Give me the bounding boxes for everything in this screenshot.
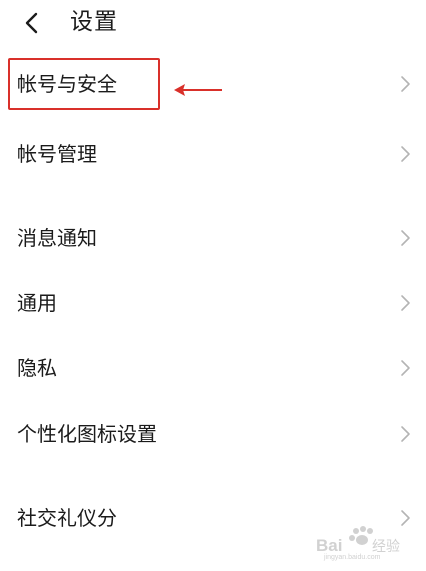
settings-item-account-management[interactable]: 帐号管理 (0, 128, 426, 180)
chevron-right-icon (401, 295, 410, 311)
settings-item-label: 社交礼仪分 (17, 506, 117, 530)
settings-item-label: 帐号管理 (17, 142, 97, 166)
chevron-right-icon (401, 146, 410, 162)
chevron-right-icon (401, 76, 410, 92)
chevron-left-icon (25, 12, 38, 34)
settings-item-privacy[interactable]: 隐私 (0, 342, 426, 394)
top-bar: 设置 (0, 0, 426, 46)
settings-item-custom-icon[interactable]: 个性化图标设置 (0, 408, 426, 460)
settings-item-general[interactable]: 通用 (0, 277, 426, 329)
chevron-right-icon (401, 360, 410, 376)
annotation-arrow-icon (174, 84, 222, 96)
svg-text:经验: 经验 (372, 538, 400, 554)
baidu-jingyan-watermark-icon: Bai 经验 jingyan.baidu.com (316, 526, 400, 561)
back-button[interactable] (14, 6, 48, 40)
settings-screen: 设置 帐号与安全 帐号管理 消息通知 通用 隐私 个性化图标设置 社交礼仪分 B… (0, 0, 426, 571)
settings-item-label: 个性化图标设置 (17, 422, 157, 446)
settings-item-label: 通用 (17, 291, 57, 315)
chevron-right-icon (401, 426, 410, 442)
settings-item-label: 隐私 (17, 356, 57, 380)
page-title: 设置 (70, 9, 118, 35)
svg-text:Bai: Bai (316, 536, 342, 555)
annotation-highlight-box (8, 58, 160, 110)
svg-text:jingyan.baidu.com: jingyan.baidu.com (323, 554, 381, 561)
settings-item-label: 消息通知 (17, 226, 97, 250)
chevron-right-icon (401, 230, 410, 246)
settings-item-notifications[interactable]: 消息通知 (0, 212, 426, 264)
